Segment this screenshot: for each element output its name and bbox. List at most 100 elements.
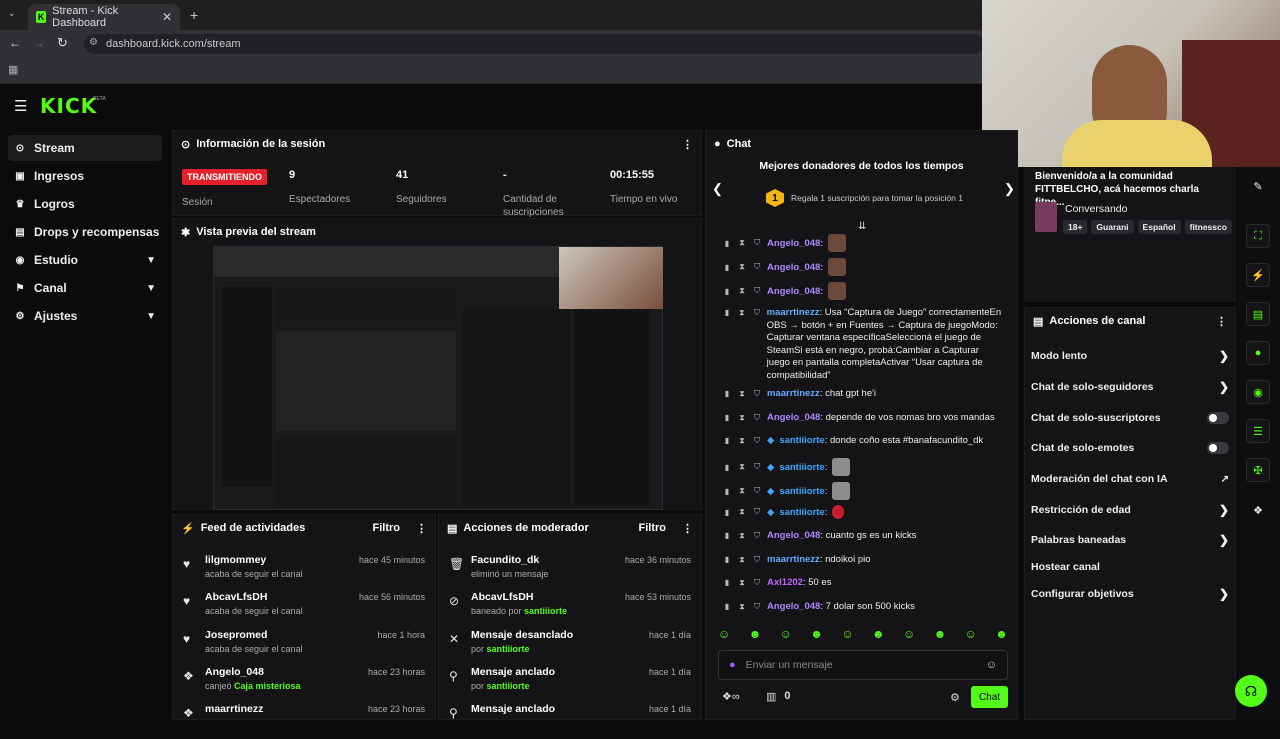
apps-grid-icon[interactable]: ▦ [8,63,18,76]
hamburger-menu-icon[interactable]: ☰ [14,97,27,115]
donors-next-icon[interactable]: ❯ [1004,181,1015,197]
feed-user[interactable]: lilgmommey [205,554,266,566]
trash-icon[interactable]: ▮ [722,389,732,398]
edit-pencil-icon[interactable]: ✎ [1246,174,1270,198]
chat-bubble-icon[interactable]: ● [1246,341,1270,365]
action-emotes-only[interactable]: Chat de solo-emotes [1031,438,1229,458]
bolt-icon[interactable]: ⚡ [1246,263,1270,287]
timeout-icon[interactable]: ⧗ [737,262,747,272]
action-banned-words[interactable]: Palabras baneadas ❯ [1031,530,1229,550]
more-options-icon[interactable]: ⋮ [1216,315,1227,328]
trash-icon[interactable]: ▮ [722,463,732,472]
feed-user[interactable]: AbcavLfsDH [205,591,267,603]
sidebar-item-estudio[interactable]: ◉ Estudio ▼ [8,247,162,273]
emote-icon[interactable]: ☻ [749,627,762,645]
trash-icon[interactable]: ▮ [722,263,732,272]
action-slow-mode[interactable]: Modo lento ❯ [1031,346,1229,366]
points-balance[interactable]: ▥ 0 [766,690,791,703]
moderator-name[interactable]: santiiiorte [487,644,530,654]
broadcast-icon[interactable]: ◉ [1246,380,1270,404]
tag[interactable]: Guarani [1091,220,1134,234]
timeout-icon[interactable]: ⧗ [737,462,747,472]
chat-username[interactable]: Angelo_048 [767,238,820,249]
site-info-icon[interactable]: ⚙ [89,37,98,48]
chat-username[interactable]: Angelo_048 [767,286,820,297]
timeout-icon[interactable]: ⧗ [737,555,747,565]
timeout-icon[interactable]: ⧗ [737,307,747,320]
new-tab-icon[interactable]: + [190,7,198,23]
emote-icon[interactable]: ☺ [718,627,730,645]
stream-preview-video[interactable] [213,246,663,510]
timeout-icon[interactable]: ⧗ [737,531,747,541]
timeout-icon[interactable]: ⧗ [737,486,747,496]
url-field[interactable]: dashboard.kick.com/stream [84,34,984,54]
tag[interactable]: fitnessco [1184,220,1232,234]
tab-list-chevron-icon[interactable]: ⌄ [8,8,16,19]
chat-username[interactable]: santiiiorte [779,462,824,473]
trash-icon[interactable]: ▮ [722,531,732,540]
emote-icon[interactable]: ☻ [872,627,885,645]
moderator-name[interactable]: santiiiorte [524,606,567,616]
chat-username[interactable]: Angelo_048 [767,530,820,541]
action-host-channel[interactable]: Hostear canal [1031,557,1229,577]
emoji-picker-icon[interactable]: ☺ [986,659,997,671]
trash-icon[interactable]: ▮ [722,239,732,248]
close-tab-icon[interactable]: ✕ [162,10,172,24]
chat-settings-icon[interactable]: ⚙ [950,691,960,704]
back-icon[interactable]: ← [9,36,21,50]
trash-icon[interactable]: ▮ [722,413,732,422]
chat-username[interactable]: Angelo_048 [767,601,820,612]
donors-prev-icon[interactable]: ❮ [712,181,723,197]
reload-icon[interactable]: ↻ [57,35,68,51]
sidebar-item-ajustes[interactable]: ⚙ Ajustes ▼ [8,303,162,329]
donors-cta[interactable]: Regala 1 suscripción para tomar la posic… [791,193,963,203]
chat-username[interactable]: maarrtinezz [767,388,820,399]
subscribers-only-toggle[interactable] [1207,412,1229,424]
action-subscribers-only[interactable]: Chat de solo-suscriptores [1031,408,1229,428]
more-options-icon[interactable]: ⋮ [682,138,693,151]
mod-user[interactable]: Facundito_dk [471,554,539,566]
trash-icon[interactable]: ▮ [722,487,732,496]
sidebar-item-ingresos[interactable]: ▣ Ingresos [8,163,162,189]
trash-icon[interactable]: ▮ [722,287,732,296]
send-chat-button[interactable]: Chat [971,686,1008,708]
timeout-icon[interactable]: ⧗ [737,413,747,423]
trash-icon[interactable]: ▮ [722,555,732,564]
points-icon[interactable]: ❖ [1246,498,1270,522]
forward-icon[interactable]: → [33,36,45,50]
more-options-icon[interactable]: ⋮ [416,522,427,535]
timeout-icon[interactable]: ⧗ [737,286,747,296]
sidebar-item-stream[interactable]: ⊙ Stream [8,135,162,161]
tag[interactable]: 18+ [1063,220,1088,234]
support-headset-icon[interactable]: ☊ [1235,675,1267,707]
sidebar-item-canal[interactable]: ⚑ Canal ▼ [8,275,162,301]
chat-username[interactable]: Axl1202 [767,577,803,588]
action-ai-moderation[interactable]: Moderación del chat con IA ↗ [1031,469,1229,489]
emote-icon[interactable]: ☻ [934,627,947,645]
emote-icon[interactable]: ☺ [903,627,915,645]
timeout-icon[interactable]: ⧗ [737,436,747,446]
emotes-only-toggle[interactable] [1207,442,1229,454]
timeout-icon[interactable]: ⧗ [737,602,747,612]
timeout-icon[interactable]: ⧗ [737,507,747,517]
chat-username[interactable]: Angelo_048 [767,262,820,273]
action-followers-only[interactable]: Chat de solo-seguidores ❯ [1031,377,1229,397]
filter-button[interactable]: Filtro [639,522,667,534]
points-icon[interactable]: ❖∞ [722,690,740,703]
action-goals[interactable]: Configurar objetivos ❯ [1031,584,1229,604]
timeout-icon[interactable]: ⧗ [737,238,747,248]
timeout-icon[interactable]: ⧗ [737,389,747,399]
feed-user[interactable]: maarrtinezz [205,703,263,715]
timeout-icon[interactable]: ⧗ [737,578,747,588]
sidebar-item-drops[interactable]: ▤ Drops y recompensas [8,219,162,245]
emote-icon[interactable]: ☺ [965,627,977,645]
filter-button[interactable]: Filtro [373,522,401,534]
trash-icon[interactable]: ▮ [722,307,732,320]
mod-user[interactable]: AbcavLfsDH [471,591,533,603]
emote-icon[interactable]: ☻ [810,627,823,645]
emote-icon[interactable]: ☻ [995,627,1008,645]
emote-icon[interactable]: ☺ [780,627,792,645]
trash-icon[interactable]: ▮ [722,578,732,587]
emote-icon[interactable]: ☺ [841,627,853,645]
chat-input[interactable]: ● Enviar un mensaje ☺ [718,650,1008,680]
